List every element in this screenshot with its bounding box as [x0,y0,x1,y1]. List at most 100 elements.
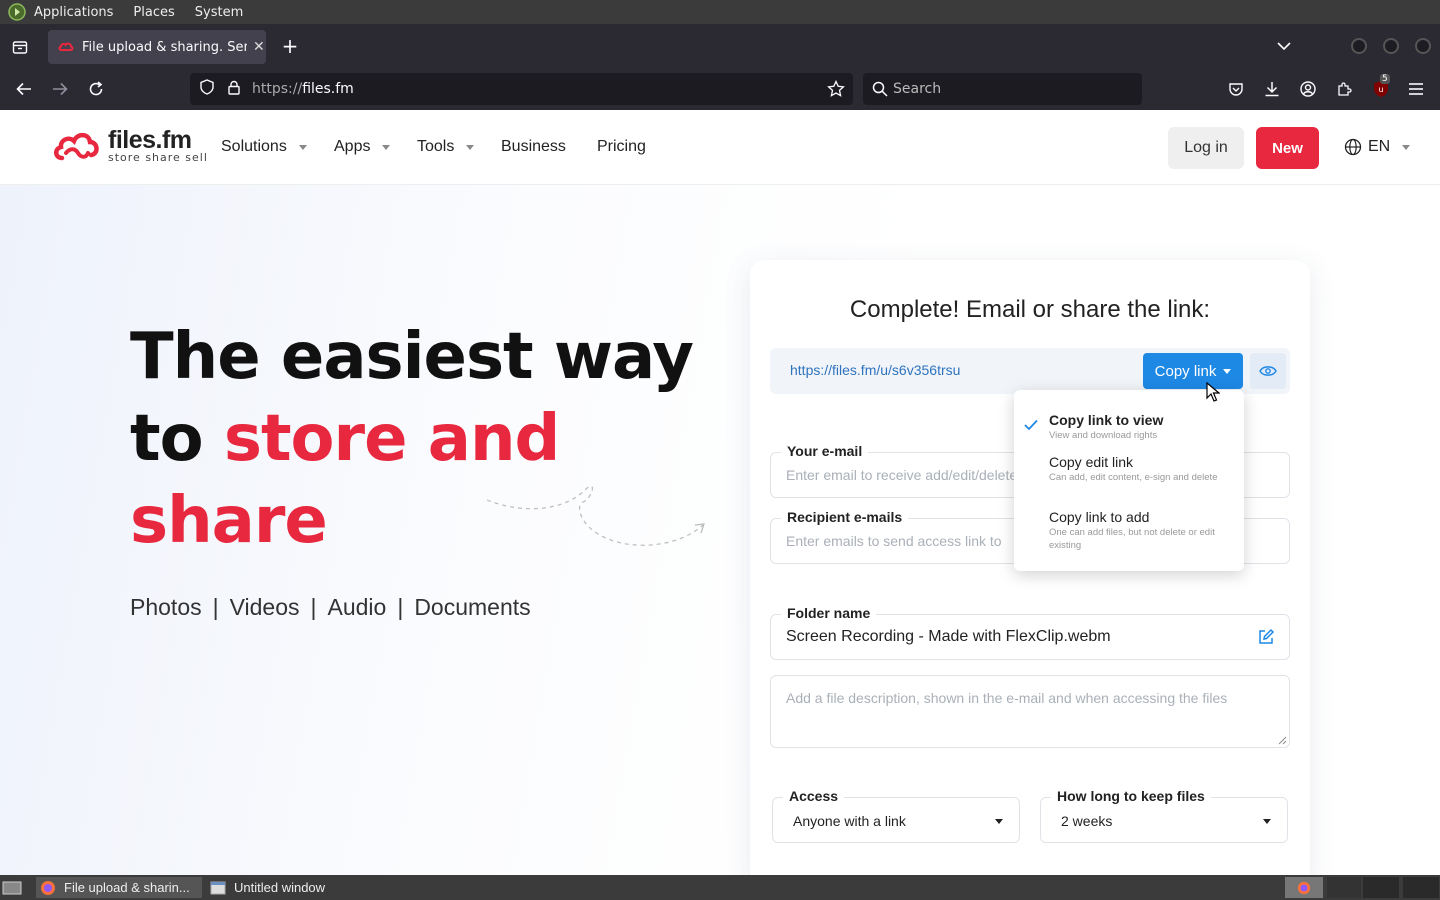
brand-logo[interactable]: files.fm store share sell [52,125,208,164]
close-tab-icon[interactable]: ✕ [253,39,265,55]
decorative-dashed-arrow [486,485,705,546]
nav-solutions-label: Solutions [221,138,287,155]
places-menu[interactable]: Places [133,5,174,20]
applications-menu[interactable]: Applications [34,5,113,20]
nav-solutions[interactable]: Solutions [221,138,307,156]
tracking-protection-shield-icon[interactable] [200,79,216,99]
workspace-4[interactable] [1403,877,1439,898]
tab-title: File upload & sharing. Send [82,39,247,55]
extension-badge: 5 [1380,74,1390,84]
window-icon [210,881,226,894]
search-bar[interactable]: Search [863,73,1142,105]
maximize-window-icon[interactable] [1383,38,1399,54]
bookmark-star-icon[interactable] [827,79,845,102]
lock-icon[interactable] [228,80,242,99]
copy-link-to-view-option[interactable]: Copy link to view View and download righ… [1049,412,1234,442]
nav-pricing[interactable]: Pricing [597,138,646,156]
option-description: One can add files, but not delete or edi… [1049,527,1215,551]
back-icon[interactable] [14,79,34,99]
dropdown-arrow-icon [1263,819,1271,824]
taskbar-untitled-window[interactable]: Untitled window [206,877,366,898]
access-label: Access [783,788,845,804]
files-fm-cloud-logo-icon [54,132,99,161]
hero-categories: Photos | Videos | Audio | Documents [130,594,531,621]
category-audio: Audio [327,594,387,620]
folder-name-value: Screen Recording - Made with FlexClip.we… [786,628,1111,645]
workspace-2[interactable] [1327,877,1361,898]
edit-icon[interactable] [1257,628,1275,650]
resize-handle-icon[interactable] [1277,735,1287,745]
pocket-icon[interactable] [1226,79,1246,99]
new-button[interactable]: New [1256,127,1319,169]
option-title: Copy link to add [1049,509,1150,525]
chevron-down-icon [1402,144,1411,150]
show-desktop-icon[interactable] [2,877,24,898]
copy-link-dropdown: Copy link to view View and download righ… [1014,390,1244,571]
share-link-url[interactable]: https://files.fm/u/s6v356trsu [790,362,960,378]
preview-link-button[interactable] [1250,353,1286,389]
workspace-3[interactable] [1363,877,1399,898]
keep-duration-select[interactable]: How long to keep files 2 weeks [1040,788,1288,843]
url-protocol: https:// [252,81,303,97]
keep-duration-value: 2 weeks [1061,813,1113,829]
distro-logo-icon[interactable] [6,1,28,23]
eye-icon [1259,366,1277,376]
login-button[interactable]: Log in [1168,127,1244,169]
close-window-icon[interactable] [1415,38,1431,54]
folder-name-field[interactable]: Folder name Screen Recording - Made with… [770,605,1290,660]
url-text[interactable]: https://files.fm [252,81,354,97]
nav-business[interactable]: Business [501,138,566,156]
active-tab[interactable]: File upload & sharing. Send ✕ [48,30,266,64]
nav-tools-label: Tools [417,138,455,155]
ublock-origin-icon[interactable]: u 5 [1370,74,1392,100]
minimize-window-icon[interactable] [1351,38,1367,54]
hamburger-menu-icon[interactable] [1406,79,1426,99]
taskbar-firefox-window[interactable]: File upload & sharin... [36,877,202,898]
nav-tools[interactable]: Tools [417,138,475,156]
language-code: EN [1368,138,1391,155]
category-documents: Documents [414,594,531,620]
brand-tagline: store share sell [108,150,208,164]
copy-link-button[interactable]: Copy link [1143,353,1243,389]
category-separator: | [212,594,219,620]
svg-text:u: u [1378,85,1383,94]
file-description-placeholder: Add a file description, shown in the e-m… [786,690,1228,706]
chevron-down-icon [466,144,475,150]
extensions-icon[interactable] [1334,79,1354,99]
keep-duration-label: How long to keep files [1051,788,1211,804]
copy-edit-link-option[interactable]: Copy edit link Can add, edit content, e-… [1049,454,1234,484]
downloads-icon[interactable] [1262,79,1282,99]
new-tab-icon[interactable]: + [280,34,300,58]
system-menu[interactable]: System [195,5,243,20]
hero-line-1: The easiest way [130,320,694,394]
option-description: View and download rights [1049,430,1158,441]
account-icon[interactable] [1298,79,1318,99]
access-value: Anyone with a link [793,813,906,829]
list-all-tabs-icon[interactable] [1274,36,1294,56]
system-top-panel: Applications Places System [0,0,1440,24]
hero-line-2: to store and [130,398,730,480]
nav-pricing-label: Pricing [597,138,646,155]
tab-overview-icon[interactable] [10,37,30,57]
category-photos: Photos [130,594,202,620]
option-description: Can add, edit content, e-sign and delete [1049,472,1218,483]
nav-apps[interactable]: Apps [334,138,391,156]
brand-name: files.fm [108,125,192,154]
category-separator: | [310,594,317,620]
url-bar[interactable]: https://files.fm [190,73,853,105]
folder-name-label: Folder name [781,605,877,621]
copy-link-label: Copy link [1154,362,1217,380]
copy-link-to-add-option[interactable]: Copy link to add One can add files, but … [1049,509,1234,552]
language-selector[interactable]: EN [1344,138,1411,156]
file-description-textarea[interactable]: Add a file description, shown in the e-m… [770,675,1290,748]
globe-icon [1344,138,1362,156]
site-header: files.fm store share sell Solutions Apps… [0,110,1440,185]
hero-line-2-accent: store and [223,402,560,476]
reload-icon[interactable] [86,79,106,99]
category-separator: | [397,594,404,620]
workspace-1-firefox[interactable] [1285,877,1323,898]
forward-icon[interactable] [50,79,70,99]
hero-line-2-plain: to [130,402,224,476]
access-select[interactable]: Access Anyone with a link [772,788,1020,843]
task-label: File upload & sharin... [64,880,190,895]
